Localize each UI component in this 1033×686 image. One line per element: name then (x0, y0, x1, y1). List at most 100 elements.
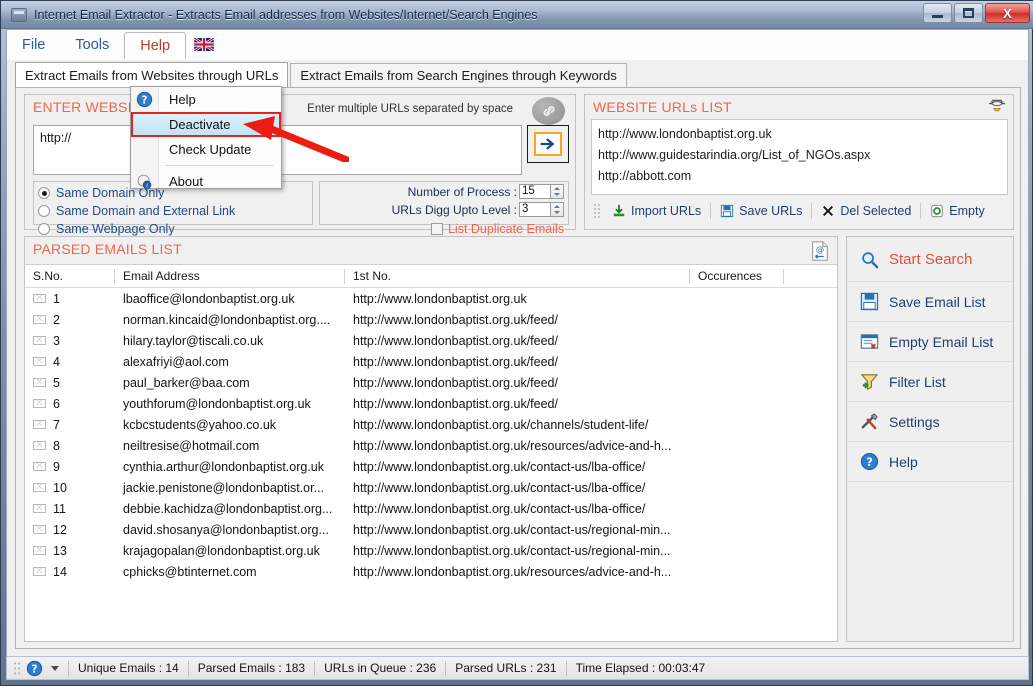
email-value: hilary.taylor@tiscali.co.uk (123, 333, 264, 348)
filter-list-label: Filter List (889, 373, 946, 390)
delete-x-icon (823, 205, 834, 217)
toolbar-grip[interactable] (593, 203, 601, 219)
filter-list-button[interactable]: Filter List (847, 362, 1013, 402)
save-email-list-label: Save Email List (889, 293, 986, 310)
table-row[interactable]: 10 jackie.penistone@londonbaptist.or... ht… (25, 477, 837, 498)
url-list-item[interactable]: http://www.londonbaptist.org.uk (598, 124, 1001, 145)
app-window-icon (11, 7, 27, 22)
cell-first-no: http://www.londonbaptist.org.uk (345, 290, 690, 308)
url-list-item[interactable]: http://abbott.com (598, 166, 1001, 187)
table-row[interactable]: 3 hilary.taylor@tiscali.co.uk http://www.l… (25, 330, 837, 351)
cell-first-no: http://www.londonbaptist.org.uk/resource… (345, 563, 690, 581)
table-row[interactable]: 13 krajagopalan@londonbaptist.org.uk http:… (25, 540, 837, 561)
envelope-icon (33, 378, 46, 387)
empty-urls-button[interactable]: Empty (921, 200, 993, 222)
email-export-icon[interactable]: @ (809, 240, 831, 262)
empty-email-list-button[interactable]: Empty Email List (847, 322, 1013, 362)
table-row[interactable]: 11 debbie.kachidza@londonbaptist.org... ht… (25, 498, 837, 519)
menu-file[interactable]: File (7, 30, 60, 59)
website-urls-listbox[interactable]: http://www.londonbaptist.org.uk http://w… (591, 119, 1008, 195)
table-row[interactable]: 2 norman.kincaid@londonbaptist.org.... htt… (25, 309, 837, 330)
table-row[interactable]: 8 neiltresise@hotmail.com http://www.londo… (25, 435, 837, 456)
menu-item-help-label: Help (169, 92, 196, 107)
cell-sno: 9 (25, 460, 115, 474)
status-grip (13, 661, 20, 675)
empty-urls-label: Empty (949, 204, 985, 218)
url-value: http://www.londonbaptist.org.uk/feed/ (353, 375, 558, 390)
table-row[interactable]: 4 alexafriyi@aol.com http://www.londonbapt… (25, 351, 837, 372)
url-value: http://www.londonbaptist.org.uk/contact-… (353, 543, 671, 558)
cell-sno: 13 (25, 544, 115, 558)
cell-first-no: http://www.londonbaptist.org.uk/contact-… (345, 500, 690, 518)
application-window: Internet Email Extractor - Extracts Emai… (0, 0, 1033, 686)
save-urls-label: Save URLs (739, 204, 803, 218)
settings-button[interactable]: Settings (847, 402, 1013, 442)
cell-email: neiltresise@hotmail.com (115, 437, 345, 455)
sno-value: 7 (53, 417, 60, 432)
parsed-emails-table-body[interactable]: 1 lbaoffice@londonbaptist.org.uk http://ww… (25, 288, 837, 641)
import-down-arrow-icon (613, 204, 625, 217)
status-urls-in-queue: URLs in Queue : 236 (324, 661, 437, 675)
import-urls-button[interactable]: Import URLs (603, 200, 710, 222)
urls-digg-level-stepper[interactable] (551, 202, 564, 217)
sno-value: 5 (53, 375, 60, 390)
url-value: http://www.londonbaptist.org.uk/feed/ (353, 333, 558, 348)
table-row[interactable]: 5 paul_barker@baa.com http://www.londonbap… (25, 372, 837, 393)
column-header-occurences[interactable]: Occurences (690, 265, 784, 288)
title-bar: Internet Email Extractor - Extracts Emai… (1, 1, 1033, 29)
column-header-email[interactable]: Email Address (115, 265, 345, 288)
start-search-button[interactable]: Start Search (847, 237, 1013, 282)
chain-link-icon[interactable] (532, 97, 565, 125)
help-question-icon[interactable]: ? (26, 660, 43, 677)
table-row[interactable]: 12 david.shosanya@londonbaptist.org... htt… (25, 519, 837, 540)
empty-email-list-label: Empty Email List (889, 333, 994, 350)
table-row[interactable]: 7 kcbcstudents@yahoo.co.uk http://www.lond… (25, 414, 837, 435)
checkbox-indicator (430, 223, 443, 235)
column-header-sno[interactable]: S.No. (25, 265, 115, 288)
menu-item-about[interactable]: i About (131, 169, 281, 194)
import-urls-label: Import URLs (631, 204, 702, 218)
close-button[interactable]: X (985, 3, 1030, 23)
del-selected-button[interactable]: Del Selected (812, 200, 920, 222)
email-value: krajagopalan@londonbaptist.org.uk (123, 543, 320, 558)
urls-digg-level-input[interactable]: 3 (519, 202, 551, 217)
email-value: youthforum@londonbaptist.org.uk (123, 396, 311, 411)
urls-digg-level-label: URLs Digg Upto Level : (391, 202, 517, 217)
help-label: Help (889, 453, 918, 470)
url-value: http://www.londonbaptist.org.uk/channels… (353, 417, 649, 432)
funnel-filter-icon (860, 374, 879, 391)
cell-sno: 12 (25, 523, 115, 537)
radio-same-domain-and-external[interactable]: Same Domain and External Link (38, 202, 312, 220)
table-row[interactable]: 6 youthforum@londonbaptist.org.uk http://w… (25, 393, 837, 414)
status-parsed-urls: Parsed URLs : 231 (455, 661, 557, 675)
url-value: http://www.londonbaptist.org.uk/contact-… (353, 522, 671, 537)
menu-help[interactable]: Help (124, 32, 187, 59)
settings-label: Settings (889, 413, 940, 430)
maximize-button[interactable] (954, 3, 983, 23)
cell-email: debbie.kachidza@londonbaptist.org... (115, 500, 345, 518)
url-list-item[interactable]: http://www.guidestarindia.org/List_of_NG… (598, 145, 1001, 166)
menu-tools[interactable]: Tools (60, 30, 124, 59)
number-of-process-stepper[interactable] (551, 184, 564, 199)
save-email-list-button[interactable]: Save Email List (847, 282, 1013, 322)
sno-value: 2 (53, 312, 60, 327)
svg-text:@: @ (816, 244, 824, 254)
menu-item-about-label: About (169, 174, 203, 189)
status-dropdown-caret[interactable] (51, 665, 59, 671)
help-button[interactable]: ? Help (847, 442, 1013, 482)
number-of-process-input[interactable]: 15 (519, 184, 551, 199)
go-button[interactable] (527, 125, 569, 163)
tab-extract-from-websites[interactable]: Extract Emails from Websites through URL… (15, 62, 289, 87)
minimize-button[interactable] (923, 3, 952, 23)
column-header-first-no[interactable]: 1st No. (345, 265, 690, 288)
table-row[interactable]: 14 cphicks@btinternet.com http://www.londo… (25, 561, 837, 582)
envelope-icon (33, 567, 46, 576)
save-urls-button[interactable]: Save URLs (711, 200, 811, 222)
parsed-emails-header: PARSED EMAILS LIST @ (25, 237, 837, 265)
url-sheet-icon[interactable] (987, 98, 1007, 114)
table-row[interactable]: 9 cynthia.arthur@londonbaptist.org.uk http… (25, 456, 837, 477)
tab-extract-from-search-engines[interactable]: Extract Emails from Search Engines throu… (290, 63, 627, 87)
table-row[interactable]: 1 lbaoffice@londonbaptist.org.uk http://ww… (25, 288, 837, 309)
scope-option-label: Same Domain and External Link (56, 204, 236, 218)
menu-item-help[interactable]: ? Help (131, 87, 281, 112)
